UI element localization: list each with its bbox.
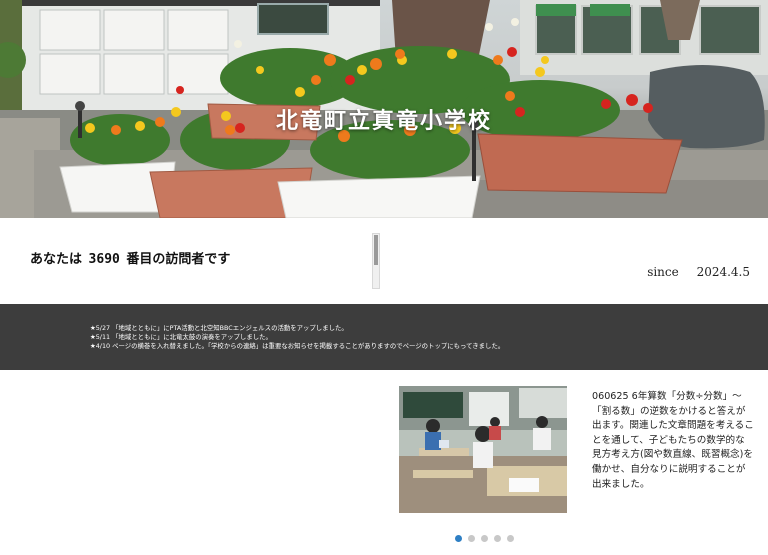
slider-dot-4[interactable]: [494, 535, 501, 542]
slider-dot-3[interactable]: [481, 535, 488, 542]
visitor-suffix: 番目の訪問者です: [126, 252, 231, 267]
slider-pagination: [455, 535, 514, 542]
school-name: 北竜町立真竜小学校: [275, 109, 492, 134]
since-label: since: [647, 265, 679, 279]
slider-dot-5[interactable]: [507, 535, 514, 542]
news-item: ★4/10 ページの横巻を入れ替えました。「学校からの連絡」は重要なお知らせを掲…: [90, 342, 505, 350]
news-item: ★5/27 「地域とともに」にPTA活動と北空知BBCエンジェルスの活動をアップ…: [90, 324, 348, 332]
slide-photo[interactable]: [399, 386, 567, 513]
news-list: ★5/27 「地域とともに」にPTA活動と北空知BBCエンジェルスの活動をアップ…: [90, 324, 504, 351]
news-item: ★5/11 「地域とともに」に北竜太鼓の演奏をアップしました。: [90, 333, 272, 341]
visitor-count: 3690: [88, 252, 120, 267]
classroom-photo: [399, 386, 567, 513]
slider-dot-2[interactable]: [468, 535, 475, 542]
visitor-counter: あなたは 3690 番目の訪問者です: [30, 248, 230, 267]
scrollbar-handle[interactable]: [372, 233, 380, 289]
visitor-prefix: あなたは: [30, 252, 83, 267]
slide-caption: 060625 6年算数「分数÷分数」〜「割る数」の逆数をかけると答えが出ます。関…: [592, 391, 754, 490]
visitor-counter-band: あなたは 3690 番目の訪問者です since 2024.4.5: [0, 218, 768, 304]
hero-banner: 北竜町立真竜小学校: [0, 0, 768, 218]
news-band: ★5/27 「地域とともに」にPTA活動と北空知BBCエンジェルスの活動をアップ…: [0, 304, 768, 370]
since-date: since 2024.4.5: [647, 265, 750, 279]
slider-dot-1[interactable]: [455, 535, 462, 542]
since-value: 2024.4.5: [696, 265, 750, 279]
